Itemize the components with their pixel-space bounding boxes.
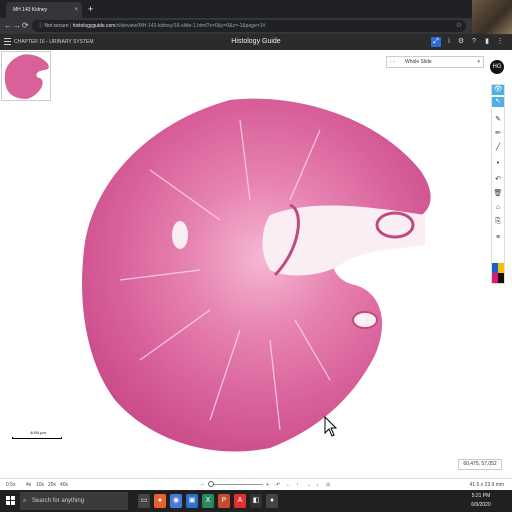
scale-bar: 4000 µm	[12, 430, 64, 440]
undo-icon[interactable]: ↶	[492, 175, 504, 185]
view-selector[interactable]: ‹ › Whole Slide ▾	[386, 56, 484, 68]
list-icon[interactable]: ≡	[492, 233, 504, 243]
dot-icon[interactable]: •	[492, 159, 504, 169]
clock-date: 6/9/2020	[471, 502, 491, 508]
app-dark-icon[interactable]: ◧	[250, 494, 262, 508]
tab-title: MH 143 Kidney	[13, 7, 48, 13]
acrobat-icon[interactable]: A	[234, 494, 246, 508]
pen-icon[interactable]: ✎	[492, 115, 504, 125]
app-blue-icon[interactable]: ▣	[186, 494, 198, 508]
clipboard-icon[interactable]: ⎘	[492, 217, 504, 227]
viewer-bottom-bar: 0.5x 4x 10x 20x 40x − + ↶ ← ↑ → ↓ ⊙ 41.5…	[0, 478, 512, 490]
windows-taskbar: ⌕ Search for anything ▭ ● ◉ ▣ X P A ◧ ♦ …	[0, 490, 512, 512]
kidney-tissue	[82, 98, 431, 452]
powerpoint-icon[interactable]: P	[218, 494, 230, 508]
tab-close-icon[interactable]: ×	[74, 2, 78, 18]
security-label: Not secure	[44, 23, 69, 29]
annotation-toolbar: 👁 ↖ ✎ ✏ ╱ • ↶ 🗑 ⌂ ⎘ ≡	[491, 84, 505, 284]
back-icon[interactable]: ←	[4, 18, 12, 34]
color-yellow[interactable]	[498, 263, 504, 273]
task-view-icon[interactable]: ▭	[138, 494, 150, 508]
trash-icon[interactable]: 🗑	[492, 189, 504, 199]
clock-time: 5:21 PM	[471, 493, 491, 499]
info-icon[interactable]: i	[444, 37, 454, 47]
slide-thumbnail[interactable]	[1, 51, 51, 101]
color-black[interactable]	[498, 273, 504, 283]
help-icon[interactable]: ?	[469, 37, 479, 47]
scale-bar-label: 4000 µm	[30, 430, 46, 435]
coordinate-readout: 60,475, 57,052	[458, 459, 502, 470]
view-nav-arrows[interactable]: ‹ ›	[390, 57, 395, 67]
taskbar-search-placeholder: Search for anything	[32, 498, 85, 504]
vessel-left	[172, 221, 188, 249]
search-icon: ⌕	[23, 498, 27, 504]
chrome-icon[interactable]: ◉	[170, 494, 182, 508]
scale-bar-line	[12, 437, 62, 439]
vessel-lower	[352, 311, 378, 329]
excel-icon[interactable]: X	[202, 494, 214, 508]
zoom-slider-track[interactable]	[213, 484, 263, 485]
mouse-cursor-icon	[324, 416, 338, 437]
firefox-icon[interactable]: ●	[154, 494, 166, 508]
app-header: CHAPTER 16 - URINARY SYSTEM Histology Gu…	[0, 34, 512, 50]
bookmark-icon[interactable]: ▮	[482, 37, 492, 47]
forward-icon[interactable]: →	[13, 18, 21, 34]
taskbar-search[interactable]: ⌕ Search for anything	[20, 492, 128, 510]
windows-start-icon[interactable]	[6, 496, 16, 506]
url-host: histologyguide.com	[72, 23, 116, 29]
browser-tab-bar: MH 143 Kidney × +	[0, 0, 512, 18]
more-icon[interactable]: ⋮	[495, 37, 505, 47]
url-path: /slideview/MH-143-kidney/16-slide-1.html…	[115, 23, 266, 29]
pencil-icon[interactable]: ✏	[492, 129, 504, 139]
settings-icon[interactable]: ⚙	[456, 37, 466, 47]
webcam-overlay	[472, 0, 512, 34]
view-selector-value: Whole Slide	[405, 59, 432, 65]
tab-mh-143-kidney[interactable]: MH 143 Kidney ×	[6, 2, 82, 18]
taskbar-clock[interactable]: 5:21 PM 6/9/2020	[468, 492, 494, 510]
reload-icon[interactable]: ⟳	[22, 18, 29, 34]
pointer-icon[interactable]: ↖	[492, 97, 504, 107]
eye-icon[interactable]: 👁	[492, 85, 504, 95]
chevron-down-icon[interactable]: ▾	[477, 57, 480, 67]
save-icon[interactable]: ⌂	[492, 203, 504, 213]
address-bar[interactable]: ⓘ Not secure | histologyguide.com/slidev…	[32, 20, 466, 32]
bookmark-star-icon[interactable]: ☆	[456, 20, 462, 32]
app-location-icon[interactable]: ♦	[266, 494, 278, 508]
renal-pelvis	[262, 205, 425, 276]
line-icon[interactable]: ╱	[492, 143, 504, 153]
zoom-slider-thumb[interactable]	[208, 481, 214, 487]
fullscreen-icon[interactable]: ⤢	[431, 37, 441, 47]
color-palette[interactable]	[492, 263, 504, 283]
histology-guide-logo: HG	[490, 60, 504, 74]
kidney-slide-image[interactable]	[60, 80, 440, 460]
new-tab-button[interactable]: +	[88, 2, 93, 16]
browser-toolbar: ← → ⟳ ⓘ Not secure | histologyguide.com/…	[0, 18, 472, 34]
